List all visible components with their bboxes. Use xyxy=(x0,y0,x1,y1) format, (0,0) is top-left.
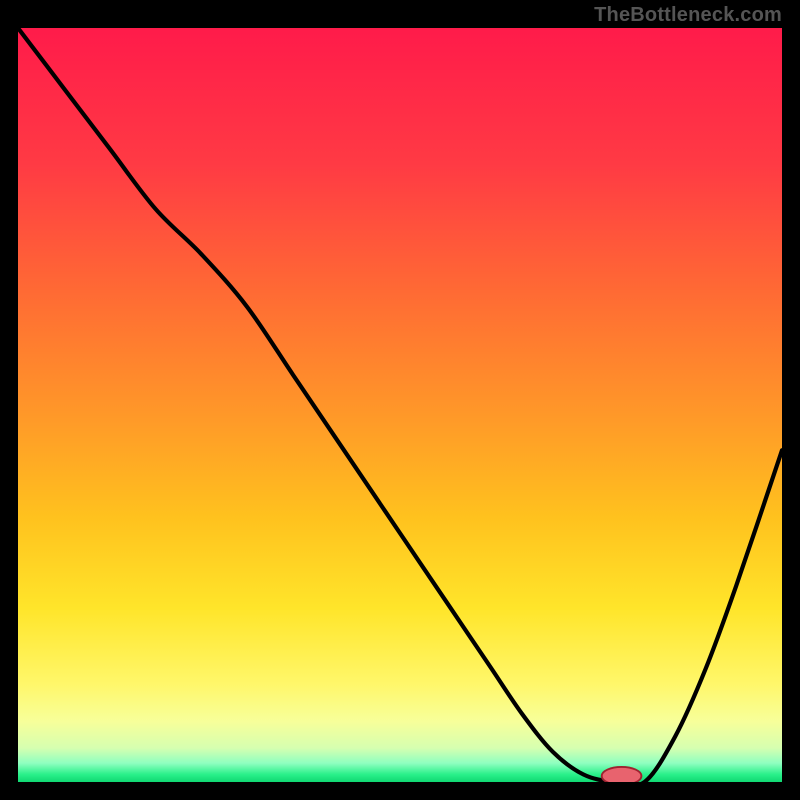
bottleneck-chart xyxy=(18,28,782,782)
watermark-text: TheBottleneck.com xyxy=(594,4,782,27)
plot-area xyxy=(18,28,782,782)
chart-frame: TheBottleneck.com xyxy=(0,0,800,800)
optimal-indicator xyxy=(602,767,642,782)
gradient-background xyxy=(18,28,782,782)
